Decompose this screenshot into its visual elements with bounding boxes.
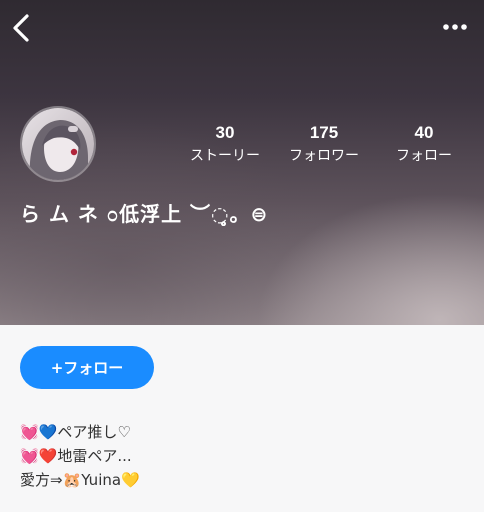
- chevron-left-icon[interactable]: [8, 12, 36, 44]
- bio-line: 愛方⇒🐹Yuina💛: [20, 471, 140, 489]
- follow-button[interactable]: +フォロー: [20, 346, 154, 389]
- profile-bio: 💓💙ペア推し♡ 💓❤️地雷ペア... 愛方⇒🐹Yuina💛: [20, 420, 140, 492]
- avatar-image: [22, 108, 94, 180]
- profile-name: ら ム ネ ೦低浮上 ︶◌̥̥̥̥。⊜: [20, 202, 269, 226]
- stat-following-count: 40: [414, 123, 434, 142]
- stat-followers[interactable]: 175 フォロワー: [274, 123, 374, 167]
- stat-followers-count: 175: [309, 123, 339, 142]
- bio-line: 💓❤️地雷ペア...: [20, 447, 132, 465]
- stat-followers-label: フォロワー: [289, 148, 359, 164]
- stat-stories-label: ストーリー: [190, 148, 260, 164]
- stat-following-label: フォロー: [396, 148, 452, 164]
- stat-stories[interactable]: 30 ストーリー: [175, 123, 275, 167]
- bio-line: 💓💙ペア推し♡: [20, 423, 131, 441]
- profile-header: 30 ストーリー 175 フォロワー 40 フォロー ら ム ネ ೦低浮上 ︶◌…: [0, 0, 484, 325]
- avatar[interactable]: [20, 106, 96, 182]
- stat-stories-count: 30: [215, 123, 235, 142]
- more-horizontal-icon[interactable]: [440, 14, 470, 40]
- stat-following[interactable]: 40 フォロー: [374, 123, 474, 167]
